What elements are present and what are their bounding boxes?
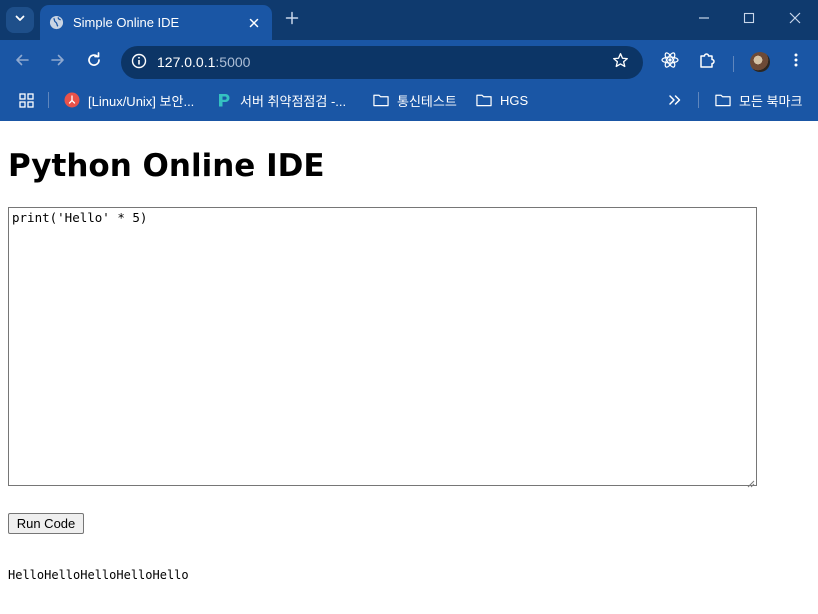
tab-title: Simple Online IDE <box>73 15 180 30</box>
toolbar-separator <box>733 56 734 72</box>
bookmark-server-vuln-check[interactable]: 서버 취약점점검 -... <box>216 84 346 116</box>
title-bar: Simple Online IDE <box>0 0 818 40</box>
globe-icon <box>49 15 64 30</box>
url-host: 127.0.0.1 <box>157 54 216 70</box>
run-code-button[interactable]: Run Code <box>8 513 84 534</box>
address-bar[interactable]: 127.0.0.1:5000 <box>121 46 643 79</box>
arrow-right-icon <box>50 52 66 73</box>
info-icon <box>131 53 147 74</box>
code-editor-textarea[interactable]: print('Hello' * 5) <box>8 207 757 486</box>
star-icon <box>612 52 629 74</box>
puzzle-icon <box>698 51 716 74</box>
apps-button[interactable] <box>18 84 42 116</box>
folder-icon <box>476 92 492 108</box>
reload-button[interactable] <box>81 49 107 75</box>
kebab-menu-icon <box>788 52 804 73</box>
bookmark-label: 서버 취약점점검 -... <box>240 93 347 109</box>
arrow-left-icon <box>14 52 30 73</box>
browser-menu-button[interactable] <box>783 49 809 75</box>
back-button[interactable] <box>9 49 35 75</box>
minimize-button[interactable] <box>681 6 727 34</box>
extensions-button[interactable] <box>694 49 720 75</box>
p-site-favicon <box>216 92 232 108</box>
bookmark-label: [Linux/Unix] 보안... <box>88 93 195 109</box>
minimize-icon <box>698 11 710 29</box>
browser-toolbar: 127.0.0.1:5000 <box>0 40 818 84</box>
bookmark-folder-hgs[interactable]: HGS <box>476 84 528 116</box>
page-title: Python Online IDE <box>8 148 325 184</box>
bookmarks-bar: [Linux/Unix] 보안... 서버 취약점점검 -... 통신테스트 H… <box>0 84 818 121</box>
bookmark-linux-unix[interactable]: [Linux/Unix] 보안... <box>64 84 194 116</box>
bookmarks-separator <box>48 92 49 108</box>
bookmarks-separator <box>698 92 699 108</box>
plus-icon <box>285 11 299 30</box>
url-text[interactable]: 127.0.0.1:5000 <box>157 54 250 70</box>
maximize-icon <box>743 11 755 29</box>
bookmark-label: HGS <box>500 92 529 108</box>
bookmark-folder-comm-test[interactable]: 통신테스트 <box>373 84 457 116</box>
close-tab-icon[interactable] <box>246 15 262 31</box>
profile-avatar[interactable] <box>750 52 770 72</box>
apps-grid-icon <box>18 92 34 108</box>
red-site-favicon <box>64 92 80 108</box>
more-bookmarks-button[interactable] <box>667 84 691 116</box>
output-text: HelloHelloHelloHelloHello <box>8 568 189 582</box>
new-tab-button[interactable] <box>281 9 303 31</box>
double-chevron-right-icon <box>667 92 683 108</box>
forward-button[interactable] <box>45 49 71 75</box>
maximize-button[interactable] <box>726 6 772 34</box>
folder-icon <box>373 92 389 108</box>
reload-icon <box>86 51 102 73</box>
react-devtools-extension-button[interactable] <box>657 49 683 75</box>
close-icon <box>789 11 801 29</box>
tab-active[interactable]: Simple Online IDE <box>40 5 272 40</box>
tab-search-button[interactable] <box>6 7 34 33</box>
resize-grip-icon[interactable] <box>745 475 755 488</box>
url-port: :5000 <box>215 54 251 70</box>
react-icon <box>661 51 679 74</box>
folder-icon <box>715 92 731 108</box>
page-viewport: Python Online IDE print('Hello' * 5) Run… <box>0 121 818 614</box>
all-bookmarks-label: 모든 북마크 <box>739 93 803 109</box>
site-info-button[interactable] <box>127 51 151 75</box>
all-bookmarks-folder[interactable]: 모든 북마크 <box>715 84 802 116</box>
bookmark-label: 통신테스트 <box>397 93 457 109</box>
close-window-button[interactable] <box>772 6 818 34</box>
bookmark-star-button[interactable] <box>609 52 631 74</box>
chevron-down-icon <box>14 11 26 29</box>
